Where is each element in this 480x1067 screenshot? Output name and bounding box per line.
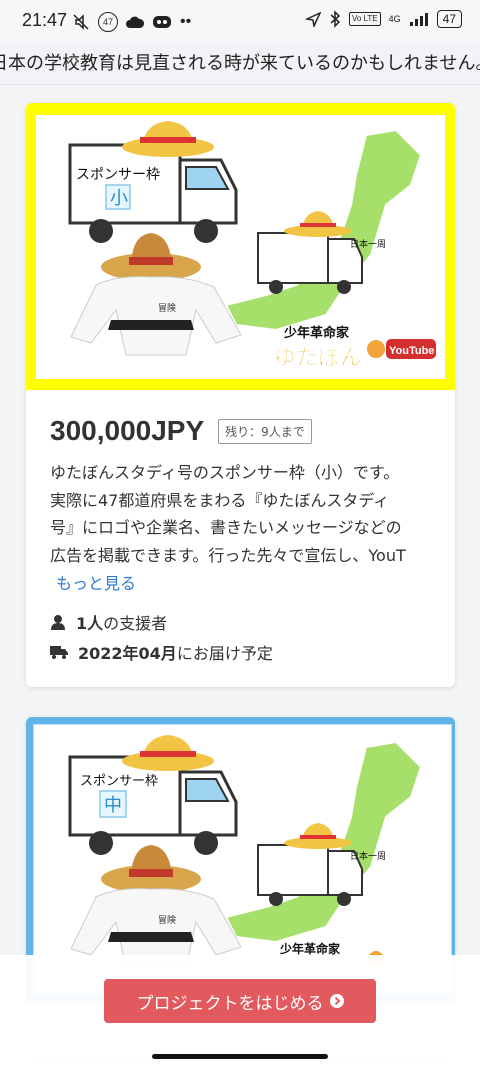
bottom-cta-bar: プロジェクトをはじめる (0, 955, 480, 1067)
delivery-row: 2022年04月にお届け予定 (50, 640, 273, 664)
banner-image: スポンサー枠 小 日本一周 冒険 少年革命家 ゆたぼん YouTube (36, 115, 445, 379)
banner-image: スポンサー枠 中 日本一周 冒険 少年革命家 (33, 724, 452, 994)
desc-line: 広告を掲載できます。行った先々で宣伝し、YouT (50, 545, 406, 565)
bluetooth-icon (330, 10, 341, 28)
banner-tag1: 少年革命家 (283, 325, 350, 341)
delivery-suffix: にお届け予定 (176, 644, 273, 663)
start-project-button[interactable]: プロジェクトをはじめる (104, 979, 376, 1023)
status-right-icons: Vo LTE 4G 47 (304, 10, 462, 28)
sponsor-banner-illustration: スポンサー枠 小 日本一周 冒険 少年革命家 ゆたぼん YouTube (68, 121, 436, 371)
sponsor-banner-illustration: スポンサー枠 中 日本一周 冒険 少年革命家 (68, 735, 423, 968)
small-truck-label: 日本一周 (350, 850, 386, 862)
reward-price: 300,000JPY (50, 415, 205, 446)
supporters-suffix: の支援者 (103, 614, 168, 633)
network-type: 4G (388, 14, 401, 24)
notification-count-icon: 47 (98, 12, 118, 32)
banner-tag2: ゆたぼん (274, 346, 362, 371)
show-more-link[interactable]: もっと見る (56, 570, 136, 594)
shirt-text: 冒険 (158, 303, 176, 314)
reward-card[interactable]: スポンサー枠 小 日本一周 冒険 少年革命家 ゆたぼん YouTube 300,… (26, 103, 455, 687)
banner-sign-text: スポンサー枠 (76, 167, 160, 183)
desc-line: ゆたぼんスタディ号のスポンサー枠（小）です。 (50, 463, 400, 482)
supporters-row: 1人の支援者 (50, 610, 167, 634)
more-dots-icon: •• (180, 13, 192, 30)
banner-sign-text: スポンサー枠 (80, 774, 158, 789)
status-bar: 21:47 47 •• Vo LTE 4G 47 (0, 0, 480, 44)
delivery-date: 2022年04月 (78, 644, 177, 663)
remaining-badge: 残り：9人まで (218, 418, 312, 444)
banner-size-char: 中 (104, 795, 122, 816)
volte-icon: Vo LTE (348, 12, 381, 26)
mute-icon (73, 14, 89, 30)
news-ticker: 日本の学校教育は見直される時が来ているのかもしれません。 (0, 44, 480, 85)
reward-banner: スポンサー枠 小 日本一周 冒険 少年革命家 ゆたぼん YouTube (26, 103, 455, 390)
reward-description: ゆたぼんスタディ号のスポンサー枠（小）です。 実際に47都道府県をまわる『ゆたぼ… (50, 459, 435, 569)
app-icon (153, 16, 171, 28)
banner-size-char: 小 (110, 188, 128, 209)
small-truck-label: 日本一周 (350, 238, 386, 250)
status-left-icons: 47 •• (72, 12, 191, 32)
cloud-icon (126, 16, 144, 28)
banner-tag1: 少年革命家 (279, 941, 341, 956)
battery-icon: 47 (436, 10, 462, 28)
user-icon (51, 615, 65, 630)
desc-line: 号』にロゴや企業名、書きたいメッセージなどの (50, 518, 402, 537)
location-icon (304, 11, 321, 27)
youtube-logo-text: YouTube (389, 345, 434, 357)
home-indicator[interactable] (152, 1054, 328, 1059)
start-project-label: プロジェクトをはじめる (136, 993, 324, 1014)
truck-icon (50, 646, 68, 659)
supporters-count: 1人 (76, 614, 104, 633)
desc-line: 実際に47都道府県をまわる『ゆたぼんスタディ (50, 490, 390, 510)
shirt-text: 冒険 (158, 915, 176, 926)
status-time: 21:47 (22, 10, 68, 30)
signal-icon (409, 13, 428, 26)
chevron-circle-right-icon (329, 994, 344, 1008)
price-row: 300,000JPY 残り：9人まで (50, 415, 312, 447)
ticker-text: 日本の学校教育は見直される時が来ているのかもしれません。 (0, 53, 480, 74)
